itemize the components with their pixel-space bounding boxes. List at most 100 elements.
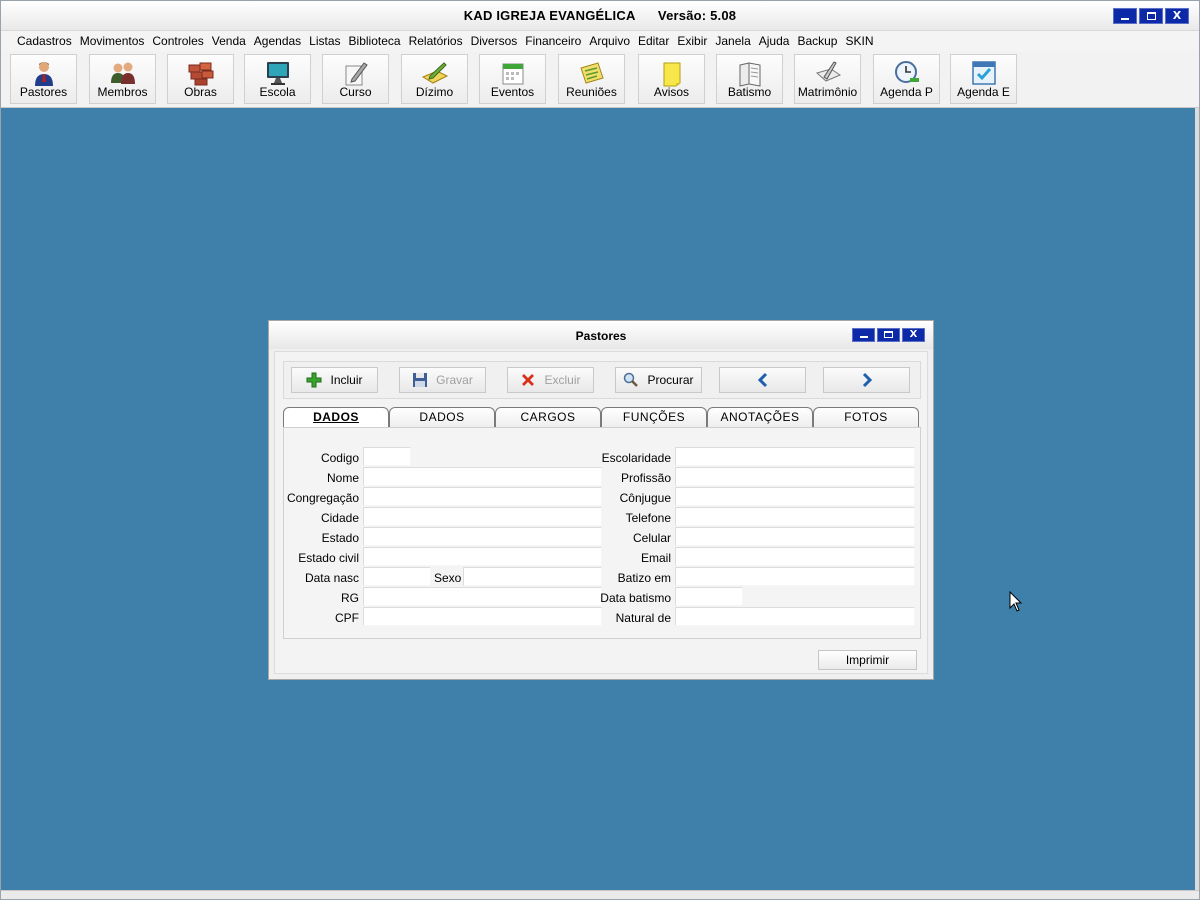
previous-record-button[interactable] [719, 367, 806, 393]
celular-field[interactable] [675, 527, 915, 546]
bricks-icon [188, 62, 213, 86]
menu-editar[interactable]: Editar [634, 34, 673, 48]
toolbar-label: Agenda P [880, 85, 933, 99]
maximize-button[interactable] [1139, 8, 1163, 24]
minimize-button[interactable] [1113, 8, 1137, 24]
maximize-icon [1146, 12, 1156, 20]
child-minimize-button[interactable] [852, 328, 875, 342]
menu-agendas[interactable]: Agendas [250, 34, 305, 48]
conjugue-field[interactable] [675, 487, 915, 506]
action-bar: Incluir Gravar Excluir Procurar [283, 361, 921, 399]
tab-fotos[interactable]: FOTOS [813, 407, 919, 427]
menu-skin[interactable]: SKIN [841, 34, 877, 48]
menu-backup[interactable]: Backup [793, 34, 841, 48]
menu-arquivo[interactable]: Arquivo [585, 34, 634, 48]
toolbar-reunioes-button[interactable]: Reuniões [558, 54, 625, 104]
data-batismo-field[interactable] [675, 587, 743, 606]
sexo-label: Sexo [434, 571, 462, 585]
child-title-bar[interactable]: Pastores X [269, 321, 933, 349]
congregacao-label: Congregação [286, 491, 359, 505]
toolbar-label: Curso [339, 85, 372, 99]
menu-venda[interactable]: Venda [208, 34, 250, 48]
cpf-field[interactable] [363, 607, 602, 626]
menu-biblioteca[interactable]: Biblioteca [345, 34, 405, 48]
menu-bar: Cadastros Movimentos Controles Venda Age… [1, 31, 1199, 51]
toolbar-obras-button[interactable]: Obras [167, 54, 234, 104]
menu-ajuda[interactable]: Ajuda [755, 34, 794, 48]
menu-exibir[interactable]: Exibir [673, 34, 711, 48]
child-close-button[interactable]: X [902, 328, 925, 342]
sexo-field[interactable] [463, 567, 602, 586]
menu-diversos[interactable]: Diversos [467, 34, 522, 48]
plus-icon [306, 372, 322, 388]
telefone-field[interactable] [675, 507, 915, 526]
tab-anotacoes[interactable]: ANOTAÇÕES [707, 407, 813, 427]
data-nasc-label: Data nasc [304, 571, 359, 585]
clock-icon [894, 61, 919, 83]
toolbar-pastores-button[interactable]: Pastores [10, 54, 77, 104]
toolbar-membros-button[interactable]: Membros [89, 54, 156, 104]
menu-janela[interactable]: Janela [711, 34, 754, 48]
menu-controles[interactable]: Controles [148, 34, 207, 48]
incluir-button[interactable]: Incluir [291, 367, 378, 393]
menu-listas[interactable]: Listas [305, 34, 344, 48]
batizo-em-label: Batizo em [617, 571, 671, 585]
toolbar-eventos-button[interactable]: Eventos [479, 54, 546, 104]
tab-dados[interactable]: DADOS [389, 407, 495, 427]
imprimir-button[interactable]: Imprimir [818, 650, 917, 670]
estado-civil-field[interactable] [363, 547, 602, 566]
cidade-label: Cidade [320, 511, 359, 525]
gravar-button[interactable]: Gravar [399, 367, 486, 393]
floppy-disk-icon [413, 373, 428, 387]
chevron-left-icon [757, 372, 767, 388]
window-right-border [1195, 108, 1199, 891]
codigo-field[interactable] [363, 447, 411, 466]
natural-de-field[interactable] [675, 607, 915, 626]
escolaridade-field[interactable] [675, 447, 915, 466]
profissao-field[interactable] [675, 467, 915, 486]
menu-relatorios[interactable]: Relatórios [405, 34, 467, 48]
minimize-icon [1121, 18, 1129, 20]
tab-dados-active[interactable]: DADOS [283, 407, 389, 427]
toolbar-dizimo-button[interactable]: Dízimo [401, 54, 468, 104]
toolbar-label: Matrimônio [797, 85, 858, 99]
window-controls: X [1113, 8, 1189, 24]
excluir-button[interactable]: Excluir [507, 367, 594, 393]
close-button[interactable]: X [1165, 8, 1189, 24]
toolbar-escola-button[interactable]: Escola [244, 54, 311, 104]
congregacao-field[interactable] [363, 487, 602, 506]
title-bar: KAD IGREJA EVANGÉLICA Versão: 5.08 X [1, 1, 1199, 31]
toolbar-agenda-e-button[interactable]: Agenda E [950, 54, 1017, 104]
data-nasc-field[interactable] [363, 567, 431, 586]
pastor-icon [34, 62, 53, 86]
nome-field[interactable] [363, 467, 602, 486]
next-record-button[interactable] [823, 367, 910, 393]
toolbar-avisos-button[interactable]: Avisos [638, 54, 705, 104]
toolbar-curso-button[interactable]: Curso [322, 54, 389, 104]
menu-financeiro[interactable]: Financeiro [521, 34, 585, 48]
toolbar-label: Agenda E [957, 85, 1010, 99]
menu-movimentos[interactable]: Movimentos [76, 34, 149, 48]
tab-funcoes[interactable]: FUNÇÕES [601, 407, 707, 427]
estado-field[interactable] [363, 527, 602, 546]
child-maximize-button[interactable] [877, 328, 900, 342]
cpf-label: CPF [335, 611, 359, 625]
procurar-button[interactable]: Procurar [615, 367, 702, 393]
email-field[interactable] [675, 547, 915, 566]
toolbar-label: Avisos [653, 85, 690, 99]
toolbar-label: Dízimo [415, 85, 454, 99]
cidade-field[interactable] [363, 507, 602, 526]
excluir-label: Excluir [544, 373, 581, 387]
rg-field[interactable] [363, 587, 602, 606]
tab-cargos[interactable]: CARGOS [495, 407, 601, 427]
minimize-icon [859, 336, 868, 338]
toolbar-matrimonio-button[interactable]: Matrimônio [794, 54, 861, 104]
toolbar-label: Obras [184, 85, 217, 99]
app-title: KAD IGREJA EVANGÉLICA Versão: 5.08 [463, 8, 737, 23]
book-icon [739, 62, 760, 87]
data-batismo-label: Data batismo [600, 591, 671, 605]
menu-cadastros[interactable]: Cadastros [13, 34, 76, 48]
toolbar-agenda-p-button[interactable]: Agenda P [873, 54, 940, 104]
batizo-em-field[interactable] [675, 567, 915, 586]
toolbar-batismo-button[interactable]: Batismo [716, 54, 783, 104]
